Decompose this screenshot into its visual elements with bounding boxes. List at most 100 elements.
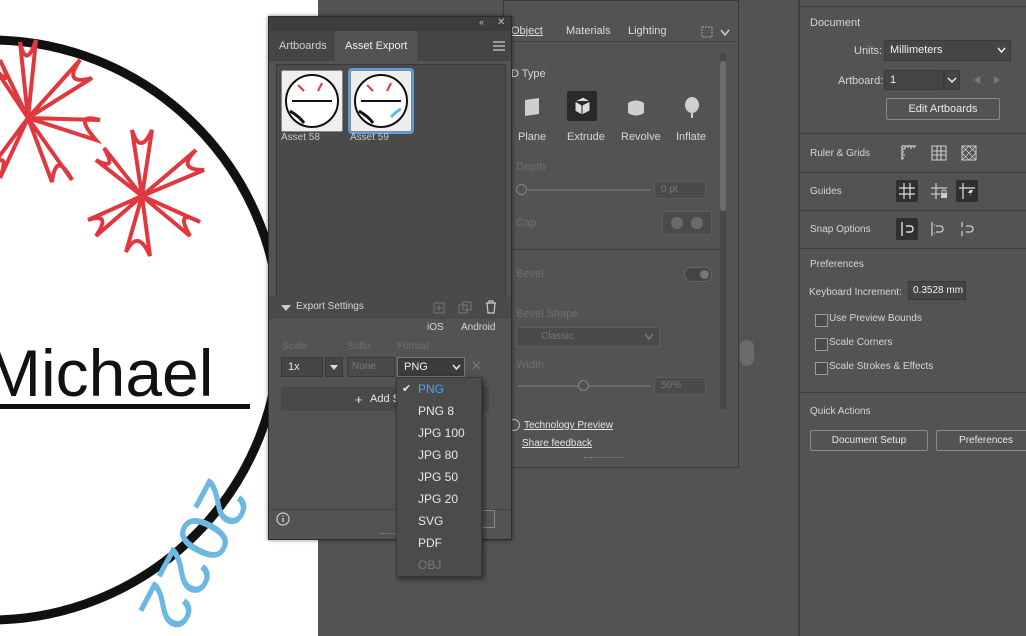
dropdown-item-png8[interactable]: PNG 8: [397, 400, 481, 422]
duplicate-icon[interactable]: [458, 301, 472, 315]
type-inflate-label: Inflate: [676, 131, 706, 143]
chevron-down-icon[interactable]: [720, 29, 730, 37]
grid-icon[interactable]: [928, 142, 950, 164]
canvas-scroll-handle[interactable]: [740, 340, 754, 366]
resize-grip[interactable]: [584, 457, 624, 461]
dropdown-item-jpg100[interactable]: JPG 100: [397, 422, 481, 444]
bevel-shape-select[interactable]: Classic: [516, 327, 660, 347]
transparency-grid-icon[interactable]: [958, 142, 980, 164]
dropdown-item-jpg20[interactable]: JPG 20: [397, 488, 481, 510]
asset-preview-image: [285, 74, 339, 128]
panel-drag-strip[interactable]: « ✕: [269, 17, 511, 31]
guides-icon: [899, 183, 915, 199]
dropdown-item-obj: OBJ: [418, 558, 442, 572]
depth-slider-track[interactable]: [528, 189, 650, 191]
artboard-input[interactable]: 1: [884, 70, 944, 90]
scale-corners-checkbox[interactable]: [815, 338, 828, 351]
edit-artboards-button[interactable]: Edit Artboards: [886, 98, 1000, 120]
cap-label: Cap: [516, 217, 537, 229]
dropdown-item-jpg50[interactable]: JPG 50: [397, 466, 481, 488]
use-preview-bounds-label: Use Preview Bounds: [829, 313, 922, 324]
assets-list: Asset 58 Asset 59: [276, 64, 506, 298]
guides-label: Guides: [810, 186, 842, 197]
prev-artboard-icon[interactable]: [972, 75, 982, 85]
add-icon[interactable]: [433, 302, 445, 314]
panel-3d-materials: Object Materials Lighting D Type Plane E…: [503, 0, 739, 468]
checkmark-icon: ✔: [402, 383, 412, 395]
lock-guides-icon[interactable]: [928, 180, 950, 202]
dropdown-item-png[interactable]: ✔ PNG: [397, 378, 481, 400]
render-icon[interactable]: [700, 25, 714, 39]
ruler-grids-label: Ruler & Grids: [810, 148, 871, 159]
tech-preview-label[interactable]: Technology Preview: [524, 420, 613, 431]
bevel-toggle[interactable]: [684, 267, 712, 282]
scale-strokes-label: Scale Strokes & Effects: [829, 361, 934, 372]
android-preset[interactable]: Android: [461, 322, 495, 333]
tab-lighting[interactable]: Lighting: [628, 25, 667, 37]
cap-toggle-group[interactable]: [662, 211, 712, 235]
dropdown-item-svg[interactable]: SVG: [397, 510, 481, 532]
remove-scale-icon[interactable]: ✕: [471, 358, 482, 374]
depth-label: Depth: [516, 161, 546, 173]
width-field[interactable]: 50%: [654, 377, 706, 395]
snap-to-pixel-icon[interactable]: [956, 218, 978, 240]
type-plane-label: Plane: [518, 131, 547, 143]
units-select[interactable]: Millimeters: [884, 40, 1011, 61]
preferences-button[interactable]: Preferences: [936, 430, 1026, 451]
document-header: Document: [810, 17, 861, 29]
tab-artboards[interactable]: Artboards: [269, 31, 337, 61]
export-settings-label: Export Settings: [296, 301, 364, 312]
tab-object[interactable]: Object: [511, 25, 543, 37]
scale-strokes-checkbox[interactable]: [815, 362, 828, 375]
dropdown-item-pdf[interactable]: PDF: [397, 532, 481, 554]
rulers-icon[interactable]: [898, 142, 920, 164]
inflate-icon[interactable]: [680, 95, 704, 119]
cap-icons: [671, 217, 703, 229]
revolve-icon[interactable]: [624, 95, 648, 119]
smart-guides-button[interactable]: [956, 180, 978, 202]
collapse-icon[interactable]: «: [479, 17, 484, 27]
trash-icon[interactable]: [485, 300, 497, 314]
format-dropdown-menu: ✔ PNG PNG 8 JPG 100 JPG 80 JPG 50 JPG 20…: [396, 377, 482, 577]
next-artboard-icon[interactable]: [992, 75, 1002, 85]
snap-to-point-button[interactable]: [896, 218, 918, 240]
share-feedback-link[interactable]: Share feedback: [522, 438, 592, 449]
tab-materials[interactable]: Materials: [566, 25, 611, 37]
dropdown-item-jpg80[interactable]: JPG 80: [397, 444, 481, 466]
chevron-down-icon: [947, 77, 957, 84]
asset-thumbnail-selected[interactable]: [348, 68, 414, 134]
snap-to-glyph-icon[interactable]: [926, 218, 948, 240]
units-label: Units:: [854, 45, 883, 57]
scale-corners-label: Scale Corners: [829, 337, 893, 348]
bevel-shape-label: Bevel Shape: [516, 308, 579, 320]
artboard-dropdown-button[interactable]: [944, 70, 960, 90]
show-guides-button[interactable]: [896, 180, 918, 202]
artwork-name-text: Michael: [0, 336, 213, 410]
keyboard-increment-input[interactable]: 0.3528 mm: [908, 281, 966, 300]
asset-label: Asset 58: [281, 132, 320, 143]
panel-menu-icon[interactable]: [493, 41, 505, 51]
format-header: Format: [397, 341, 429, 352]
close-icon[interactable]: ✕: [497, 17, 505, 28]
export-settings-header[interactable]: Export Settings: [269, 297, 511, 319]
ios-preset[interactable]: iOS: [427, 322, 444, 333]
extrude-button[interactable]: [567, 91, 597, 121]
width-slider-knob[interactable]: [578, 380, 589, 391]
document-setup-button[interactable]: Document Setup: [810, 430, 928, 451]
use-preview-bounds-checkbox[interactable]: [815, 314, 828, 327]
units-select-value: Millimeters: [890, 44, 943, 56]
extrude-icon: [574, 96, 591, 116]
panel-scrollbar[interactable]: [720, 53, 726, 409]
tab-asset-export[interactable]: Asset Export: [335, 31, 418, 61]
depth-field[interactable]: 0 pt: [654, 181, 706, 199]
suffix-input[interactable]: None: [347, 357, 395, 377]
asset-thumbnail[interactable]: [281, 70, 343, 132]
snap-point-icon: [901, 222, 914, 236]
type-revolve-label: Revolve: [621, 131, 661, 143]
info-icon[interactable]: [276, 512, 290, 526]
scale-input[interactable]: 1x: [281, 357, 323, 377]
scale-dropdown-button[interactable]: [325, 357, 343, 377]
format-select[interactable]: PNG: [397, 357, 465, 377]
plane-icon[interactable]: [520, 95, 544, 119]
depth-slider-knob[interactable]: [516, 184, 527, 195]
